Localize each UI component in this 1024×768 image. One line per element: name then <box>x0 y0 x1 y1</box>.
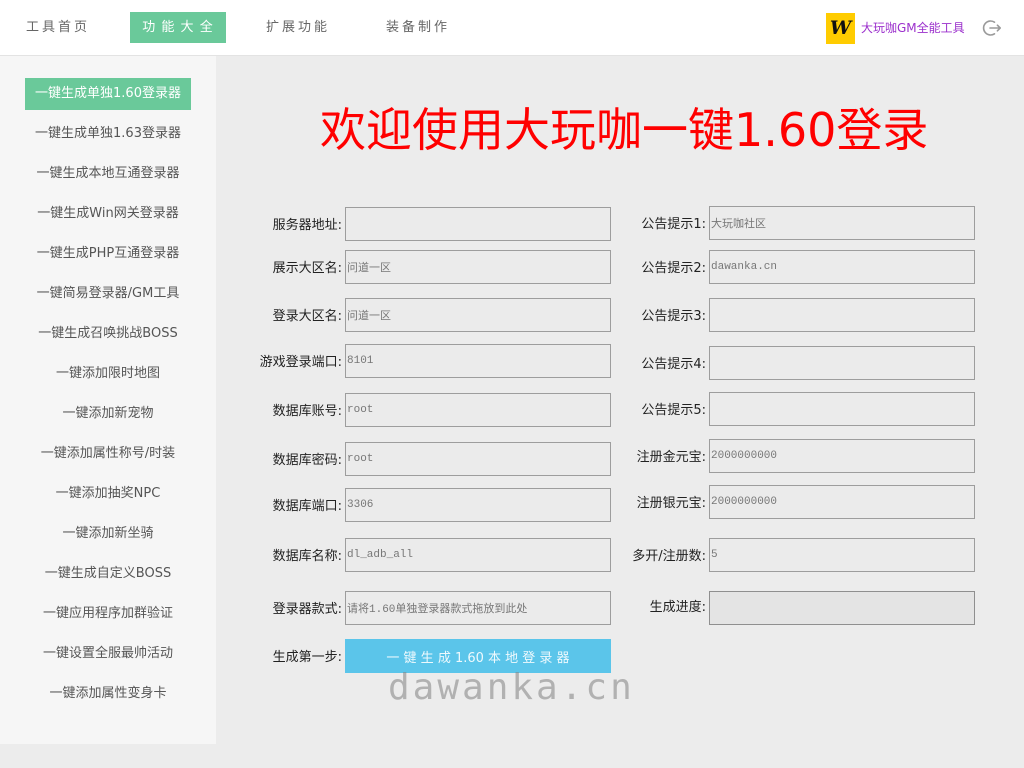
notice-5-field[interactable] <box>709 392 975 426</box>
sidebar-item-standalone-163-launcher[interactable]: 一键生成单独1.63登录器 <box>0 114 216 154</box>
db-account-label: 数据库账号: <box>272 404 342 419</box>
sidebar-item-label: 一键添加属性变身卡 <box>49 686 167 701</box>
notice-3-label: 公告提示3: <box>641 309 706 324</box>
top-nav-bar: 工具首页 功 能 大 全 扩展功能 装备制作 W 大玩咖GM全能工具 <box>0 0 1024 56</box>
notice-5-label: 公告提示5: <box>641 403 706 418</box>
login-zone-name-label: 登录大区名: <box>272 309 342 324</box>
sidebar-item-label: 一键生成本地互通登录器 <box>36 166 180 181</box>
generate-progress-bar <box>709 591 975 625</box>
brand-name: 大玩咖GM全能工具 <box>861 21 965 35</box>
sidebar-item-label: 一键添加属性称号/时装 <box>40 446 176 461</box>
notice-4-label: 公告提示4: <box>641 357 706 372</box>
logo-letter: W <box>829 17 852 39</box>
generate-launcher-button[interactable]: 一 键 生 成 1.60 本 地 登 录 器 <box>345 639 611 673</box>
db-password-field[interactable] <box>345 442 611 476</box>
launcher-style-label: 登录器款式: <box>272 602 342 617</box>
sidebar-item-server-event[interactable]: 一键设置全服最帅活动 <box>0 634 216 674</box>
sidebar-item-label: 一键添加新坐骑 <box>62 526 154 541</box>
sidebar-item-summon-challenge-boss[interactable]: 一键生成召唤挑战BOSS <box>0 314 216 354</box>
register-gold-ingot-label: 注册金元宝: <box>636 450 706 465</box>
sidebar-item-label: 一键生成召唤挑战BOSS <box>38 326 178 341</box>
generate-progress-label: 生成进度: <box>649 600 706 615</box>
login-zone-name-field[interactable] <box>345 298 611 332</box>
sidebar-item-add-timed-map[interactable]: 一键添加限时地图 <box>0 354 216 394</box>
register-silver-ingot-label: 注册银元宝: <box>636 496 706 511</box>
multi-open-register-count-field[interactable] <box>709 538 975 572</box>
tab-tool-home[interactable]: 工具首页 <box>10 12 106 43</box>
tab-extensions[interactable]: 扩展功能 <box>250 12 346 43</box>
sidebar-item-local-interop-launcher[interactable]: 一键生成本地互通登录器 <box>0 154 216 194</box>
launcher-style-drop-field[interactable] <box>345 591 611 625</box>
sidebar-item-add-new-pet[interactable]: 一键添加新宠物 <box>0 394 216 434</box>
tab-features[interactable]: 功 能 大 全 <box>130 12 226 43</box>
sidebar-item-standalone-160-launcher[interactable]: 一键生成单独1.60登录器 <box>0 74 216 114</box>
register-silver-ingot-field[interactable] <box>709 485 975 519</box>
sidebar-item-group-verification[interactable]: 一键应用程序加群验证 <box>0 594 216 634</box>
sidebar-item-label: 一键生成PHP互通登录器 <box>36 246 180 261</box>
notice-4-field[interactable] <box>709 346 975 380</box>
sidebar-item-label: 一键添加抽奖NPC <box>55 486 161 501</box>
sidebar-item-simple-launcher-gm-tool[interactable]: 一键简易登录器/GM工具 <box>0 274 216 314</box>
brand: W 大玩咖GM全能工具 <box>826 13 966 44</box>
db-password-label: 数据库密码: <box>272 453 342 468</box>
sidebar-item-php-interop-launcher[interactable]: 一键生成PHP互通登录器 <box>0 234 216 274</box>
game-login-port-field[interactable] <box>345 344 611 378</box>
sidebar-item-label: 一键简易登录器/GM工具 <box>36 286 180 301</box>
sidebar-item-win-gateway-launcher[interactable]: 一键生成Win网关登录器 <box>0 194 216 234</box>
notice-2-label: 公告提示2: <box>641 261 706 276</box>
dawanka-logo-icon: W <box>826 13 855 44</box>
sidebar-item-label: 一键添加新宠物 <box>62 406 154 421</box>
notice-2-field[interactable] <box>709 250 975 284</box>
sidebar-item-label: 一键生成Win网关登录器 <box>37 206 179 221</box>
db-name-field[interactable] <box>345 538 611 572</box>
sidebar-item-label: 一键添加限时地图 <box>55 366 160 381</box>
sidebar-menu: 一键生成单独1.60登录器 一键生成单独1.63登录器 一键生成本地互通登录器 … <box>0 74 216 714</box>
db-account-field[interactable] <box>345 393 611 427</box>
generate-step-label: 生成第一步: <box>272 650 342 665</box>
server-address-field[interactable] <box>345 207 611 241</box>
register-gold-ingot-field[interactable] <box>709 439 975 473</box>
notice-1-field[interactable] <box>709 206 975 240</box>
page-title: 欢迎使用大玩咖一键1.60登录 <box>320 103 929 157</box>
sidebar-item-add-new-mount[interactable]: 一键添加新坐骑 <box>0 514 216 554</box>
display-zone-name-label: 展示大区名: <box>272 261 342 276</box>
tab-equipment-crafting[interactable]: 装备制作 <box>370 12 466 43</box>
notice-1-label: 公告提示1: <box>641 217 706 232</box>
sidebar-item-add-transform-card[interactable]: 一键添加属性变身卡 <box>0 674 216 714</box>
sidebar-item-custom-boss[interactable]: 一键生成自定义BOSS <box>0 554 216 594</box>
game-login-port-label: 游戏登录端口: <box>259 355 342 370</box>
sidebar-item-add-lottery-npc[interactable]: 一键添加抽奖NPC <box>0 474 216 514</box>
db-port-label: 数据库端口: <box>272 499 342 514</box>
sidebar: 一键生成单独1.60登录器 一键生成单独1.63登录器 一键生成本地互通登录器 … <box>0 56 216 744</box>
db-name-label: 数据库名称: <box>272 549 342 564</box>
sidebar-item-label: 一键生成单独1.60登录器 <box>25 78 191 110</box>
sidebar-item-label: 一键生成单独1.63登录器 <box>35 126 181 141</box>
sidebar-item-add-title-costume[interactable]: 一键添加属性称号/时装 <box>0 434 216 474</box>
sidebar-item-label: 一键设置全服最帅活动 <box>42 646 173 661</box>
logout-icon[interactable] <box>982 18 1002 38</box>
server-address-label: 服务器地址: <box>272 218 342 233</box>
notice-3-field[interactable] <box>709 298 975 332</box>
db-port-field[interactable] <box>345 488 611 522</box>
sidebar-item-label: 一键生成自定义BOSS <box>44 566 172 581</box>
display-zone-name-field[interactable] <box>345 250 611 284</box>
multi-open-register-count-label: 多开/注册数: <box>632 549 706 564</box>
sidebar-item-label: 一键应用程序加群验证 <box>42 606 173 621</box>
